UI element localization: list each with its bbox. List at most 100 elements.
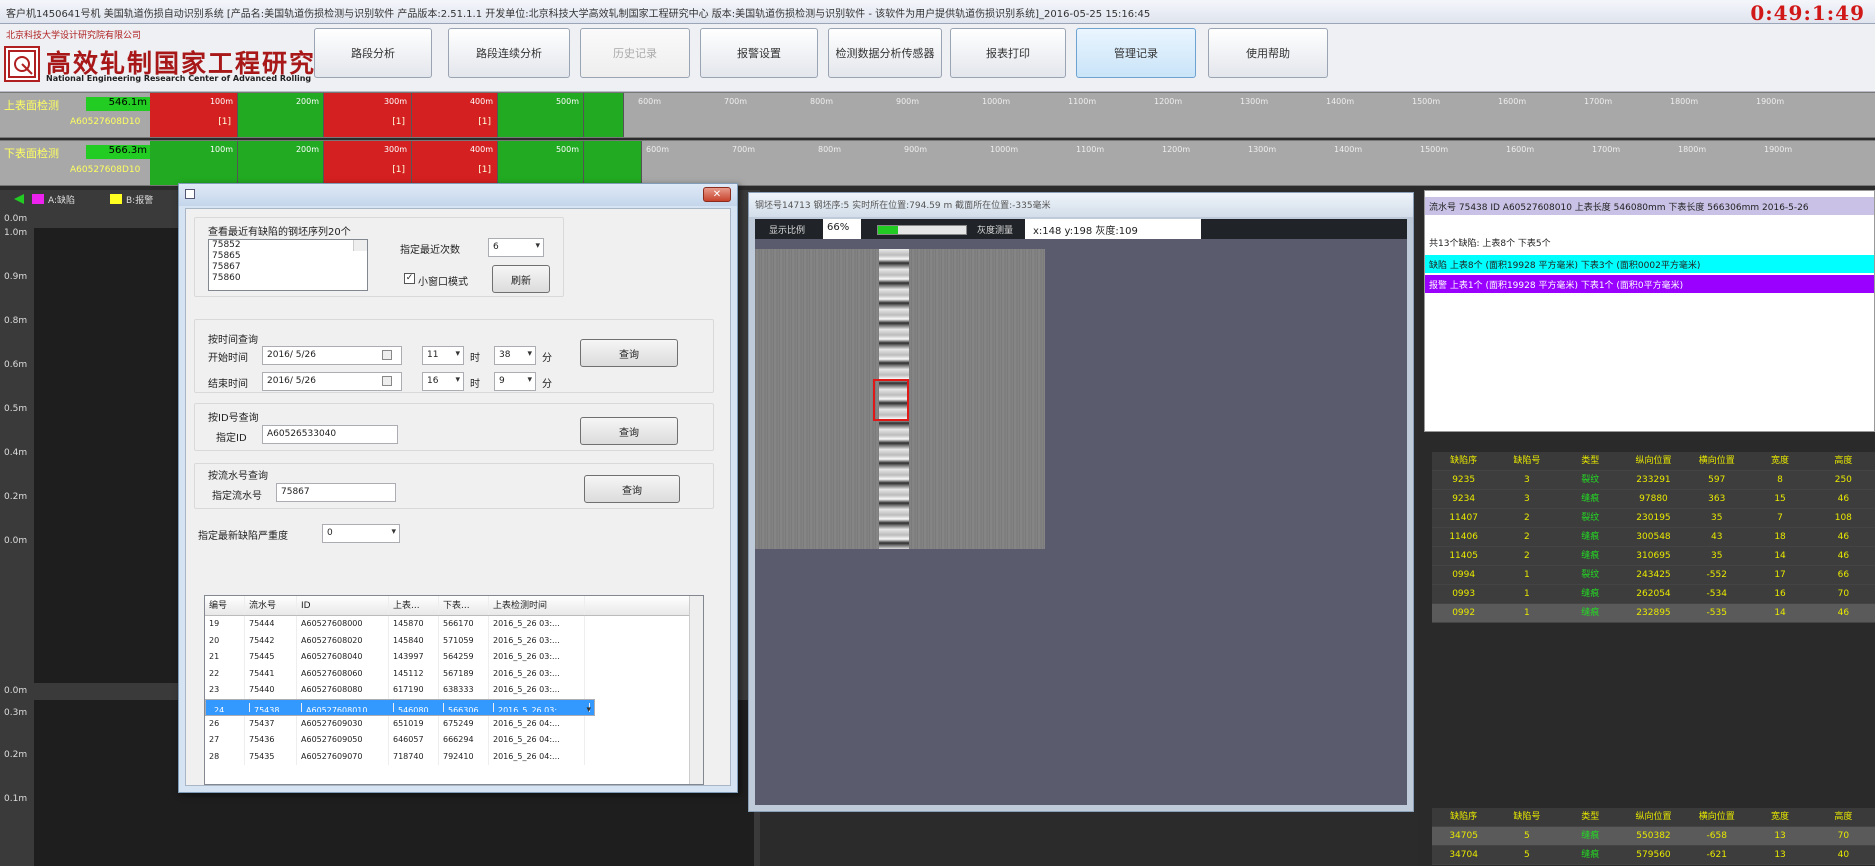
id-search-button[interactable]: 查询 bbox=[580, 417, 678, 445]
rail-top-surface[interactable]: 上表面检测 546.1m A60527608D10 100m [1] 200m 3… bbox=[0, 92, 1875, 138]
end-date-field[interactable]: 2016/ 5/26 bbox=[262, 372, 402, 391]
column-header[interactable]: 缺陷号 bbox=[1495, 452, 1558, 470]
recent-list[interactable]: 75852 75865 75867 75860 bbox=[208, 239, 368, 291]
list-item[interactable]: 75852 bbox=[209, 240, 367, 251]
segment-ok[interactable]: 100m bbox=[150, 141, 238, 185]
segment-defect[interactable]: 300m [1] bbox=[324, 93, 412, 137]
table-row[interactable]: 34705 5 缝痕 550382 -658 13 70 bbox=[1432, 827, 1875, 846]
column-header[interactable]: 上表检测时间 bbox=[489, 596, 585, 615]
severity-select[interactable]: 0 bbox=[322, 524, 400, 543]
toolbar-button-1[interactable]: 路段分析 bbox=[314, 28, 432, 78]
table-row[interactable]: 0992 1 缝痕 232895 -535 14 46 bbox=[1432, 604, 1875, 623]
start-date-field[interactable]: 2016/ 5/26 bbox=[262, 346, 402, 365]
calendar-icon[interactable] bbox=[382, 376, 392, 386]
table-row[interactable]: 34704 5 缝痕 579560 -621 13 40 bbox=[1432, 846, 1875, 865]
seq-field[interactable]: 75867 bbox=[276, 483, 396, 502]
table-row[interactable]: 28 75435 A60527609070 718740 792410 2016_5_26… bbox=[205, 748, 703, 766]
segment-ok[interactable]: 500m bbox=[498, 141, 584, 185]
column-header[interactable]: 宽度 bbox=[1748, 808, 1811, 826]
table-row[interactable]: 24 75438 A60527608010 546080 566306 2016_5_26… bbox=[205, 698, 595, 718]
result-table[interactable]: 编号 流水号 ID 上表... 下表... 上表检测时间 19 75444 A605… bbox=[204, 595, 704, 785]
column-header[interactable]: 下表... bbox=[439, 596, 489, 615]
list-item[interactable]: 75867 bbox=[209, 262, 367, 273]
defect-table-bottom[interactable]: 缺陷序 缺陷号 类型 纵向位置 横向位置 宽度 高度 34705 5 缝痕 55038… bbox=[1432, 808, 1875, 865]
segment-ok[interactable]: 200m bbox=[238, 141, 324, 185]
calendar-icon[interactable] bbox=[382, 350, 392, 360]
table-row[interactable]: 19 75444 A60527608000 145870 566170 2016_5_26… bbox=[205, 616, 703, 633]
dialog-caption[interactable]: ✕ bbox=[179, 184, 737, 206]
list-item[interactable]: 75865 bbox=[209, 251, 367, 262]
segment-ok[interactable]: 200m bbox=[238, 93, 324, 137]
image-canvas[interactable] bbox=[755, 239, 1407, 805]
toolbar-button-2[interactable]: 路段连续分析 bbox=[448, 28, 570, 78]
rail-bottom-surface[interactable]: 下表面检测 566.3m A60527608D10 100m 200m 300m… bbox=[0, 140, 1875, 186]
column-header[interactable]: 横向位置 bbox=[1685, 808, 1748, 826]
start-hour-select[interactable]: 11 bbox=[422, 346, 464, 365]
scrollbar[interactable] bbox=[353, 240, 367, 251]
column-header[interactable]: 缺陷序 bbox=[1432, 808, 1495, 826]
alarm-bar[interactable]: 报警 上表1个 (面积19928 平方毫米) 下表1个 (面积0平方毫米) bbox=[1425, 275, 1874, 293]
segment-defect[interactable]: 300m [1] bbox=[324, 141, 412, 185]
table-row[interactable]: 21 75445 A60527608040 143997 564259 2016_5_26… bbox=[205, 649, 703, 666]
refresh-button[interactable]: 刷新 bbox=[492, 265, 550, 293]
toolbar-button-history[interactable]: 历史记录 bbox=[580, 28, 690, 78]
defect-box[interactable] bbox=[873, 379, 909, 421]
table-row[interactable]: 9234 3 缝痕 97880 363 15 46 bbox=[1432, 490, 1875, 509]
toolbar-button-8[interactable]: 使用帮助 bbox=[1208, 28, 1328, 78]
close-icon[interactable]: ✕ bbox=[703, 187, 731, 202]
table-cell: A60527608020 bbox=[297, 632, 389, 650]
table-row[interactable]: 22 75441 A60527608060 145112 567189 2016_5_26… bbox=[205, 665, 703, 683]
table-row[interactable]: 20 75442 A60527608020 145840 571059 2016_5_26… bbox=[205, 632, 703, 650]
defect-bar[interactable]: 缺陷 上表8个 (面积19928 平方毫米) 下表3个 (面积0002平方毫米) bbox=[1425, 255, 1874, 273]
column-header[interactable]: 纵向位置 bbox=[1622, 808, 1685, 826]
toolbar-button-4[interactable]: 报警设置 bbox=[700, 28, 818, 78]
toolbar-button-7[interactable]: 管理记录 bbox=[1076, 28, 1196, 78]
table-row[interactable]: 11406 2 缝痕 300548 43 18 46 bbox=[1432, 528, 1875, 547]
column-header[interactable]: 类型 bbox=[1559, 452, 1622, 470]
column-header[interactable]: 缺陷号 bbox=[1495, 808, 1558, 826]
segment-defect[interactable]: 400m [1] bbox=[412, 141, 498, 185]
column-header[interactable]: 上表... bbox=[389, 596, 439, 615]
defect-table[interactable]: 缺陷序 缺陷号 类型 纵向位置 横向位置 宽度 高度 9235 3 裂纹 233291… bbox=[1432, 452, 1875, 623]
list-item[interactable]: 75860 bbox=[209, 273, 367, 284]
column-header[interactable]: 高度 bbox=[1812, 808, 1875, 826]
segment-ok[interactable] bbox=[584, 93, 624, 137]
table-scrollbar[interactable] bbox=[689, 596, 703, 784]
end-hour-select[interactable]: 16 bbox=[422, 372, 464, 391]
table-row[interactable]: 23 75440 A60527608080 617190 638333 2016_5_26… bbox=[205, 682, 703, 699]
segment-defect[interactable]: 100m [1] bbox=[150, 93, 238, 137]
rail-photo[interactable] bbox=[755, 249, 1045, 549]
start-min-select[interactable]: 38 bbox=[494, 346, 536, 365]
column-header[interactable]: 流水号 bbox=[245, 596, 297, 615]
segment-defect[interactable]: 400m [1] bbox=[412, 93, 498, 137]
column-header[interactable]: 高度 bbox=[1812, 452, 1875, 470]
seq-search-button[interactable]: 查询 bbox=[584, 475, 680, 503]
column-header[interactable]: 宽度 bbox=[1748, 452, 1811, 470]
table-row[interactable]: 26 75437 A60527609030 651019 675249 2016_5_26… bbox=[205, 715, 703, 733]
zoom-field[interactable]: 66% bbox=[823, 219, 861, 239]
column-header[interactable]: 横向位置 bbox=[1685, 452, 1748, 470]
id-query-label: 按ID号查询 bbox=[208, 413, 259, 424]
column-header[interactable]: 纵向位置 bbox=[1622, 452, 1685, 470]
column-header[interactable]: 类型 bbox=[1559, 808, 1622, 826]
small-window-checkbox[interactable]: ✓ bbox=[404, 273, 415, 284]
table-row[interactable]: 0994 1 裂纹 243425 -552 17 66 bbox=[1432, 566, 1875, 585]
segment-ok[interactable] bbox=[584, 141, 642, 185]
column-header[interactable]: ID bbox=[297, 596, 389, 615]
table-row[interactable]: 9235 3 裂纹 233291 597 8 250 bbox=[1432, 471, 1875, 490]
table-row[interactable]: 11407 2 裂纹 230195 35 7 108 bbox=[1432, 509, 1875, 528]
table-row[interactable]: 11405 2 缝痕 310695 35 14 46 bbox=[1432, 547, 1875, 566]
time-query-button[interactable]: 查询 bbox=[580, 339, 678, 367]
zoom-progress[interactable] bbox=[877, 225, 967, 235]
toolbar-button-5[interactable]: 检测数据分析传感器 bbox=[828, 28, 942, 78]
column-header[interactable]: 缺陷序 bbox=[1432, 452, 1495, 470]
toolbar-button-6[interactable]: 报表打印 bbox=[950, 28, 1066, 78]
count-select[interactable]: 6 bbox=[488, 238, 544, 257]
segment-ok[interactable]: 500m bbox=[498, 93, 584, 137]
column-header[interactable]: 编号 bbox=[205, 596, 245, 615]
table-row[interactable]: 0993 1 缝痕 262054 -534 16 70 bbox=[1432, 585, 1875, 604]
table-row[interactable]: 27 75436 A60527609050 646057 666294 2016_5_26… bbox=[205, 732, 703, 749]
id-field[interactable]: A60526533040 bbox=[262, 425, 398, 444]
end-min-select[interactable]: 9 bbox=[494, 372, 536, 391]
arrow-left-icon[interactable] bbox=[14, 194, 24, 204]
